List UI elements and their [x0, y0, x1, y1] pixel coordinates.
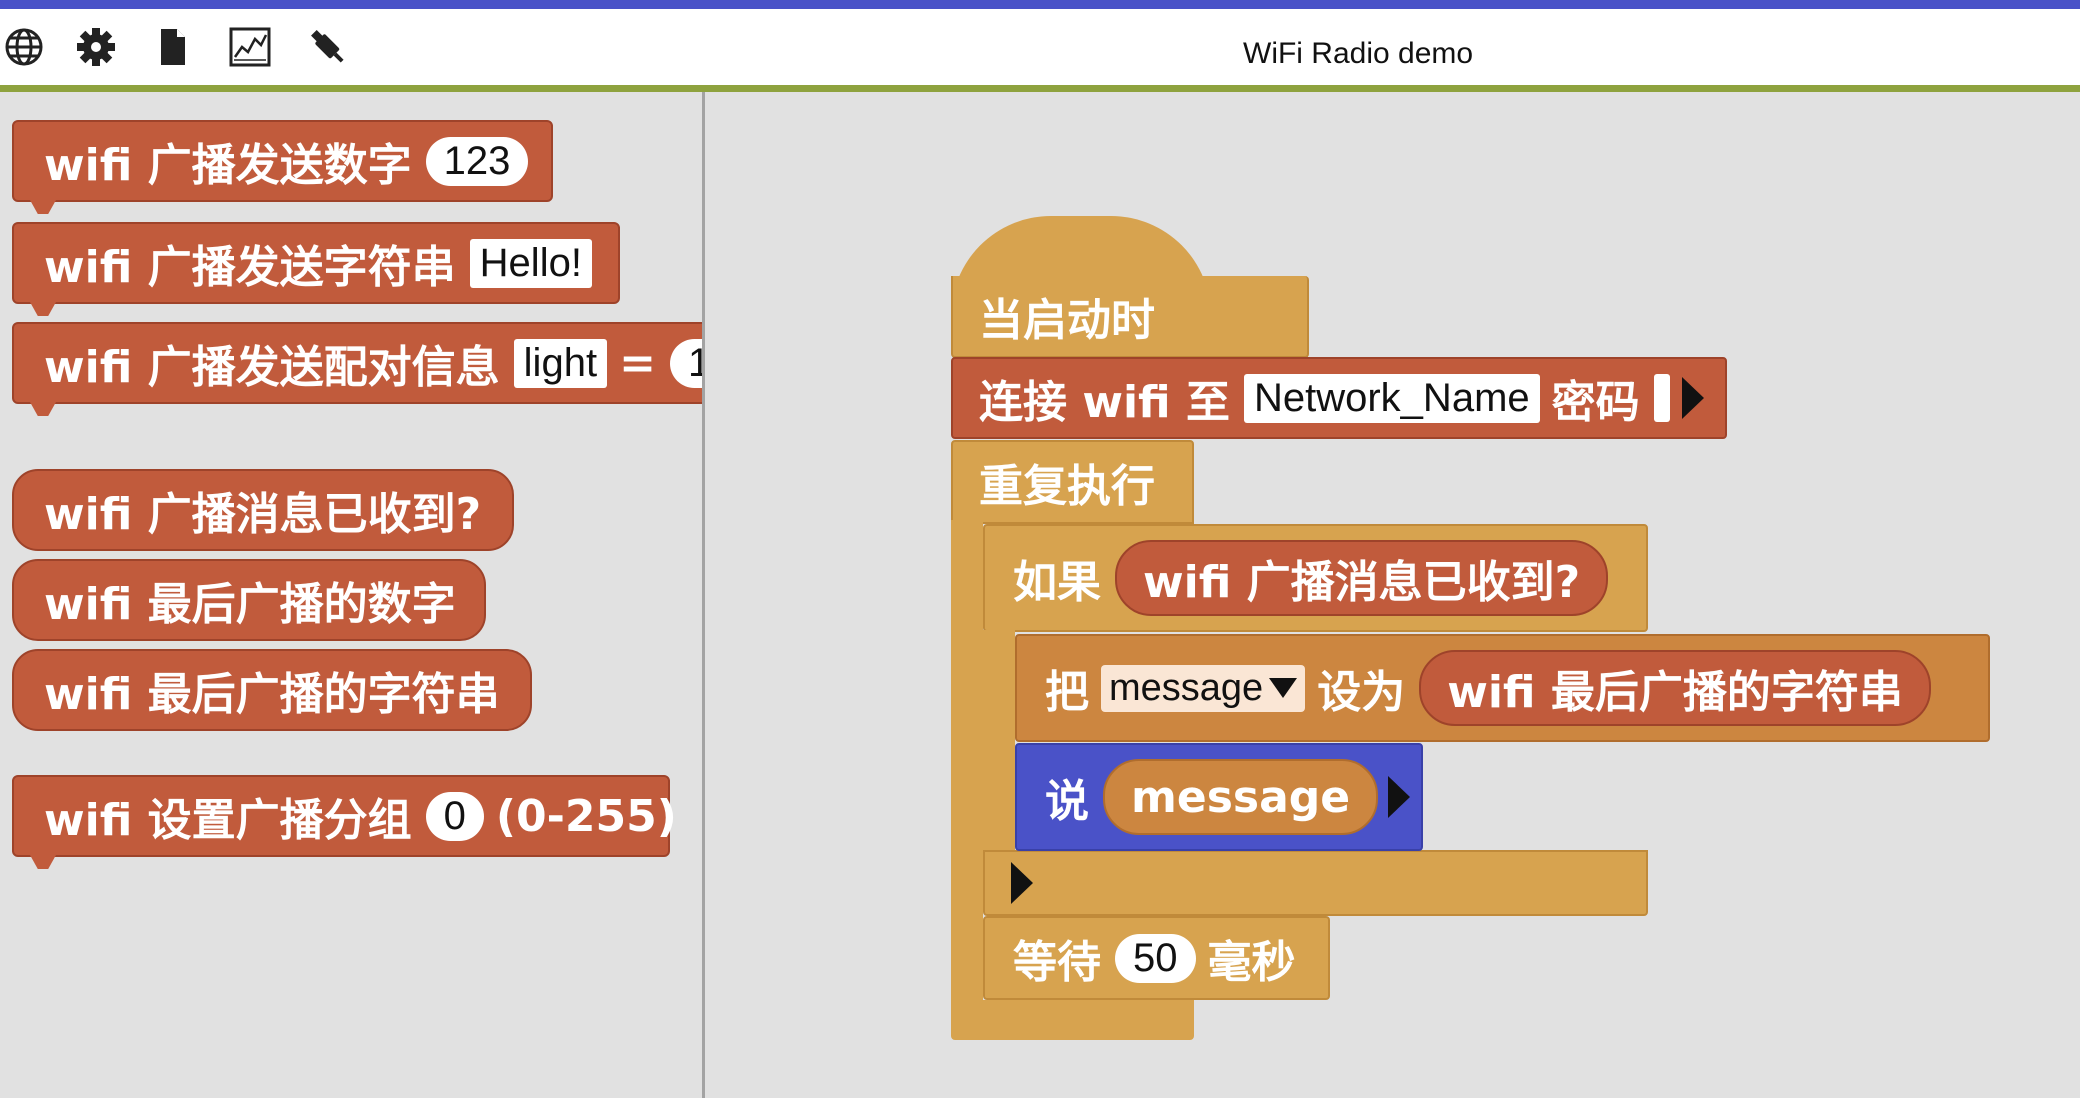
forever-arm — [951, 520, 983, 1004]
palette-received-block[interactable]: wifi 广播消息已收到? — [12, 469, 514, 551]
block-label: wifi 最后广播的数字 — [44, 579, 456, 630]
block-label: 重复执行 — [979, 461, 1155, 512]
key-input[interactable]: light — [513, 338, 608, 388]
block-label: wifi 广播发送数字 — [44, 140, 412, 191]
to-label: 设为 — [1317, 667, 1406, 718]
app-title: WiFi Radio demo — [1243, 37, 1474, 70]
palette-send-string-block[interactable]: wifi 广播发送字符串 Hello! — [12, 222, 620, 304]
block-label: wifi 广播发送配对信息 — [44, 342, 500, 393]
block-label: 等待 — [1013, 937, 1101, 988]
forever-header[interactable]: 重复执行 — [951, 440, 1194, 524]
block-palette[interactable]: wifi 广播发送数字 123 wifi 广播发送字符串 Hello! wifi… — [0, 92, 705, 1098]
expand-arrow-icon[interactable] — [1681, 377, 1704, 419]
block-label: 说 — [1045, 776, 1089, 827]
wait-block[interactable]: 等待 50 毫秒 — [983, 916, 1330, 1000]
group-range: (0-255) — [495, 790, 677, 842]
message-reporter[interactable]: message — [1103, 759, 1379, 835]
palette-last-number-block[interactable]: wifi 最后广播的数字 — [12, 559, 486, 641]
block-label: 把 — [1045, 667, 1089, 718]
forever-foot — [951, 1000, 1194, 1040]
block-label: wifi 设置广播分组 — [44, 795, 412, 846]
block-label: wifi 广播消息已收到? — [44, 489, 482, 540]
network-name-input[interactable]: Network_Name — [1243, 373, 1540, 423]
gear-icon[interactable] — [74, 25, 118, 69]
string-input[interactable]: Hello! — [469, 238, 592, 288]
expand-arrow-icon[interactable] — [1388, 776, 1411, 818]
password-input[interactable] — [1653, 374, 1670, 422]
chart-icon[interactable] — [228, 25, 272, 69]
value-input[interactable]: 1 — [669, 338, 702, 388]
password-label: 密码 — [1551, 377, 1640, 428]
block-label: 连接 wifi 至 — [979, 377, 1230, 428]
palette-send-number-block[interactable]: wifi 广播发送数字 123 — [12, 120, 553, 202]
palette-send-pair-block[interactable]: wifi 广播发送配对信息 light = 1 — [12, 322, 702, 404]
connect-wifi-block[interactable]: 连接 wifi 至 Network_Name 密码 — [951, 357, 1727, 439]
block-label: wifi 最后广播的字符串 — [44, 669, 500, 720]
last-string-reporter[interactable]: wifi 最后广播的字符串 — [1419, 650, 1931, 726]
palette-set-group-block[interactable]: wifi 设置广播分组 0 (0-255) — [12, 775, 677, 857]
equals-sign: = — [619, 337, 656, 389]
block-label: wifi 广播发送字符串 — [44, 242, 456, 293]
chevron-down-icon — [1269, 678, 1298, 698]
usb-icon[interactable] — [306, 25, 350, 69]
wait-input[interactable]: 50 — [1115, 933, 1196, 983]
say-block[interactable]: 说 message — [1015, 743, 1423, 851]
if-foot — [983, 850, 1648, 916]
unit-label: 毫秒 — [1207, 937, 1296, 988]
when-started-block[interactable]: 当启动时 — [951, 276, 1309, 358]
number-input[interactable]: 123 — [425, 136, 529, 186]
palette-last-string-block[interactable]: wifi 最后广播的字符串 — [12, 649, 532, 731]
expand-arrow-icon[interactable] — [1011, 862, 1033, 904]
group-input[interactable]: 0 — [425, 791, 484, 841]
top-accent-bar — [0, 0, 2080, 9]
variable-dropdown[interactable]: message — [1101, 664, 1306, 712]
toolbar: WiFi Radio demo — [0, 9, 2080, 92]
block-label: 当启动时 — [979, 295, 1155, 346]
variable-name: message — [1109, 666, 1264, 709]
set-variable-block[interactable]: 把 message 设为 wifi 最后广播的字符串 — [1015, 634, 1990, 742]
globe-icon[interactable] — [2, 25, 46, 69]
if-arm — [983, 630, 1015, 852]
condition-received-reporter[interactable]: wifi 广播消息已收到? — [1115, 540, 1609, 616]
file-icon[interactable] — [150, 25, 194, 69]
block-label: 如果 — [1013, 557, 1101, 608]
if-block[interactable]: 如果 wifi 广播消息已收到? — [983, 524, 1648, 632]
